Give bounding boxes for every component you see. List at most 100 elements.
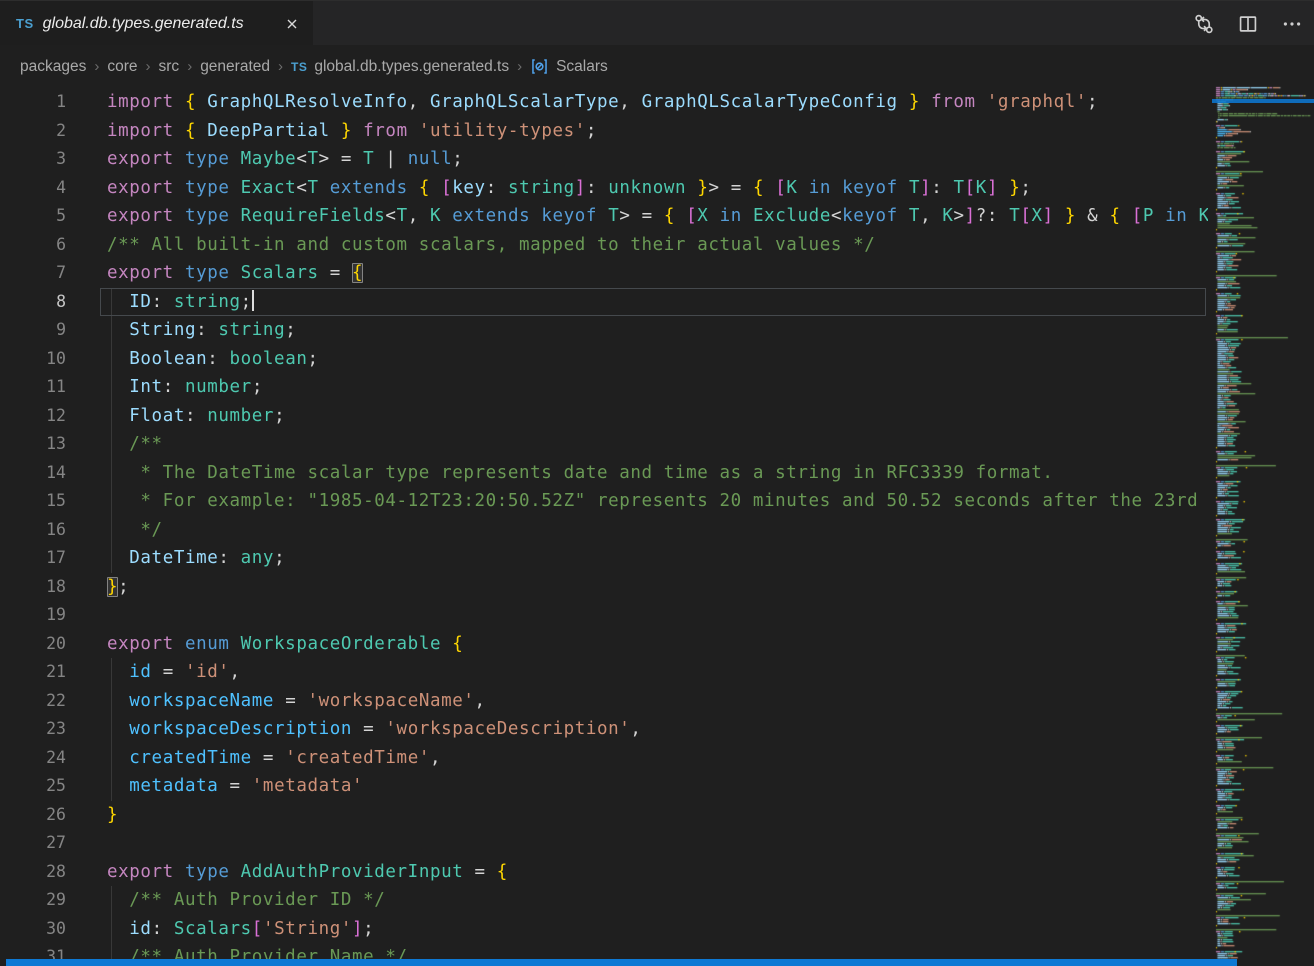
code-line[interactable]: 25 metadata = 'metadata' — [0, 772, 1208, 801]
breadcrumb-separator-icon: › — [278, 58, 283, 75]
breadcrumb-label: src — [159, 58, 180, 76]
breadcrumb-separator-icon: › — [187, 58, 192, 75]
code-line[interactable]: 4export type Exact<T extends { [key: str… — [0, 174, 1208, 203]
more-actions-icon[interactable] — [1280, 12, 1304, 36]
line-number: 13 — [0, 430, 66, 459]
code-text: export type Scalars = { — [66, 259, 1208, 288]
indent-guide — [111, 459, 112, 488]
line-number: 4 — [0, 174, 66, 203]
line-number: 1 — [0, 88, 66, 117]
code-line[interactable]: 8 ID: string; — [0, 288, 1208, 317]
breadcrumb-item-src[interactable]: src — [159, 58, 180, 76]
code-text: export type RequireFields<T, K extends k… — [66, 202, 1208, 231]
indent-guide — [111, 430, 112, 459]
line-number: 21 — [0, 658, 66, 687]
code-text: import { DeepPartial } from 'utility-typ… — [66, 117, 1208, 146]
line-number: 7 — [0, 259, 66, 288]
code-line[interactable]: 16 */ — [0, 516, 1208, 545]
breadcrumb-separator-icon: › — [94, 58, 99, 75]
line-number: 6 — [0, 231, 66, 260]
code-line[interactable]: 7export type Scalars = { — [0, 259, 1208, 288]
code-editor[interactable]: 1import { GraphQLResolveInfo, GraphQLSca… — [0, 88, 1208, 966]
code-line[interactable]: 28export type AddAuthProviderInput = { — [0, 858, 1208, 887]
breadcrumb-item-global-db-types-generated-ts[interactable]: TSglobal.db.types.generated.ts — [291, 58, 509, 76]
code-text: } — [66, 801, 1208, 830]
split-editor-icon[interactable] — [1236, 12, 1260, 36]
line-number: 25 — [0, 772, 66, 801]
code-text — [66, 601, 1208, 630]
indent-guide — [111, 487, 112, 516]
tab-global-db-types-generated[interactable]: TS global.db.types.generated.ts — [0, 1, 313, 46]
line-number: 10 — [0, 345, 66, 374]
code-line[interactable]: 26} — [0, 801, 1208, 830]
code-text: DateTime: any; — [66, 544, 1208, 573]
code-text: Float: number; — [66, 402, 1208, 431]
code-text: export type Exact<T extends { [key: stri… — [66, 174, 1208, 203]
code-text: Boolean: boolean; — [66, 345, 1208, 374]
code-text: import { GraphQLResolveInfo, GraphQLScal… — [66, 88, 1208, 117]
breadcrumb-item-packages[interactable]: packages — [20, 58, 86, 76]
breadcrumb-item-scalars[interactable]: Scalars — [530, 57, 608, 76]
line-number: 16 — [0, 516, 66, 545]
vscode-window: TS global.db.types.generated.ts — [0, 0, 1314, 966]
code-line[interactable]: 3export type Maybe<T> = T | null; — [0, 145, 1208, 174]
code-line[interactable]: 29 /** Auth Provider ID */ — [0, 886, 1208, 915]
indent-guide — [111, 402, 112, 431]
breadcrumb-label: core — [107, 58, 137, 76]
code-line[interactable]: 1import { GraphQLResolveInfo, GraphQLSca… — [0, 88, 1208, 117]
code-line[interactable]: 10 Boolean: boolean; — [0, 345, 1208, 374]
indent-guide — [111, 744, 112, 773]
code-line[interactable]: 9 String: string; — [0, 316, 1208, 345]
code-line[interactable]: 5export type RequireFields<T, K extends … — [0, 202, 1208, 231]
line-number: 30 — [0, 915, 66, 944]
code-line[interactable]: 12 Float: number; — [0, 402, 1208, 431]
line-number: 24 — [0, 744, 66, 773]
line-number: 2 — [0, 117, 66, 146]
code-text: export type Maybe<T> = T | null; — [66, 145, 1208, 174]
breadcrumb-label: Scalars — [556, 58, 608, 76]
code-text: workspaceDescription = 'workspaceDescrip… — [66, 715, 1208, 744]
code-line[interactable]: 18}; — [0, 573, 1208, 602]
minimap-content — [1212, 86, 1314, 966]
indent-guide — [111, 772, 112, 801]
code-text: id: Scalars['String']; — [66, 915, 1208, 944]
code-line[interactable]: 23 workspaceDescription = 'workspaceDesc… — [0, 715, 1208, 744]
code-text — [66, 829, 1208, 858]
code-line[interactable]: 22 workspaceName = 'workspaceName', — [0, 687, 1208, 716]
code-text: id = 'id', — [66, 658, 1208, 687]
typescript-file-icon: TS — [16, 16, 34, 31]
code-line[interactable]: 14 * The DateTime scalar type represents… — [0, 459, 1208, 488]
line-number: 29 — [0, 886, 66, 915]
line-number: 18 — [0, 573, 66, 602]
code-line[interactable]: 6/** All built-in and custom scalars, ma… — [0, 231, 1208, 260]
close-tab-icon[interactable] — [281, 13, 303, 35]
code-line[interactable]: 13 /** — [0, 430, 1208, 459]
code-text: * The DateTime scalar type represents da… — [66, 459, 1208, 488]
code-line[interactable]: 30 id: Scalars['String']; — [0, 915, 1208, 944]
indent-guide — [111, 915, 112, 944]
code-line[interactable]: 2import { DeepPartial } from 'utility-ty… — [0, 117, 1208, 146]
code-text: * For example: "1985-04-12T23:20:50.52Z"… — [66, 487, 1208, 516]
minimap[interactable] — [1212, 86, 1314, 966]
code-line[interactable]: 27 — [0, 829, 1208, 858]
indent-guide — [111, 516, 112, 545]
code-line[interactable]: 15 * For example: "1985-04-12T23:20:50.5… — [0, 487, 1208, 516]
code-line[interactable]: 21 id = 'id', — [0, 658, 1208, 687]
code-text: /** — [66, 430, 1208, 459]
code-line[interactable]: 20export enum WorkspaceOrderable { — [0, 630, 1208, 659]
code-text: export type AddAuthProviderInput = { — [66, 858, 1208, 887]
breadcrumb-item-generated[interactable]: generated — [200, 58, 270, 76]
symbol-type-icon — [530, 57, 549, 76]
breadcrumb-separator-icon: › — [517, 58, 522, 75]
code-line[interactable]: 17 DateTime: any; — [0, 544, 1208, 573]
code-line[interactable]: 11 Int: number; — [0, 373, 1208, 402]
code-text: workspaceName = 'workspaceName', — [66, 687, 1208, 716]
code-line[interactable]: 19 — [0, 601, 1208, 630]
status-bar — [6, 959, 1237, 966]
breadcrumb-item-core[interactable]: core — [107, 58, 137, 76]
line-number: 26 — [0, 801, 66, 830]
line-number: 5 — [0, 202, 66, 231]
open-changes-icon[interactable] — [1192, 12, 1216, 36]
text-cursor — [252, 290, 254, 311]
code-line[interactable]: 24 createdTime = 'createdTime', — [0, 744, 1208, 773]
